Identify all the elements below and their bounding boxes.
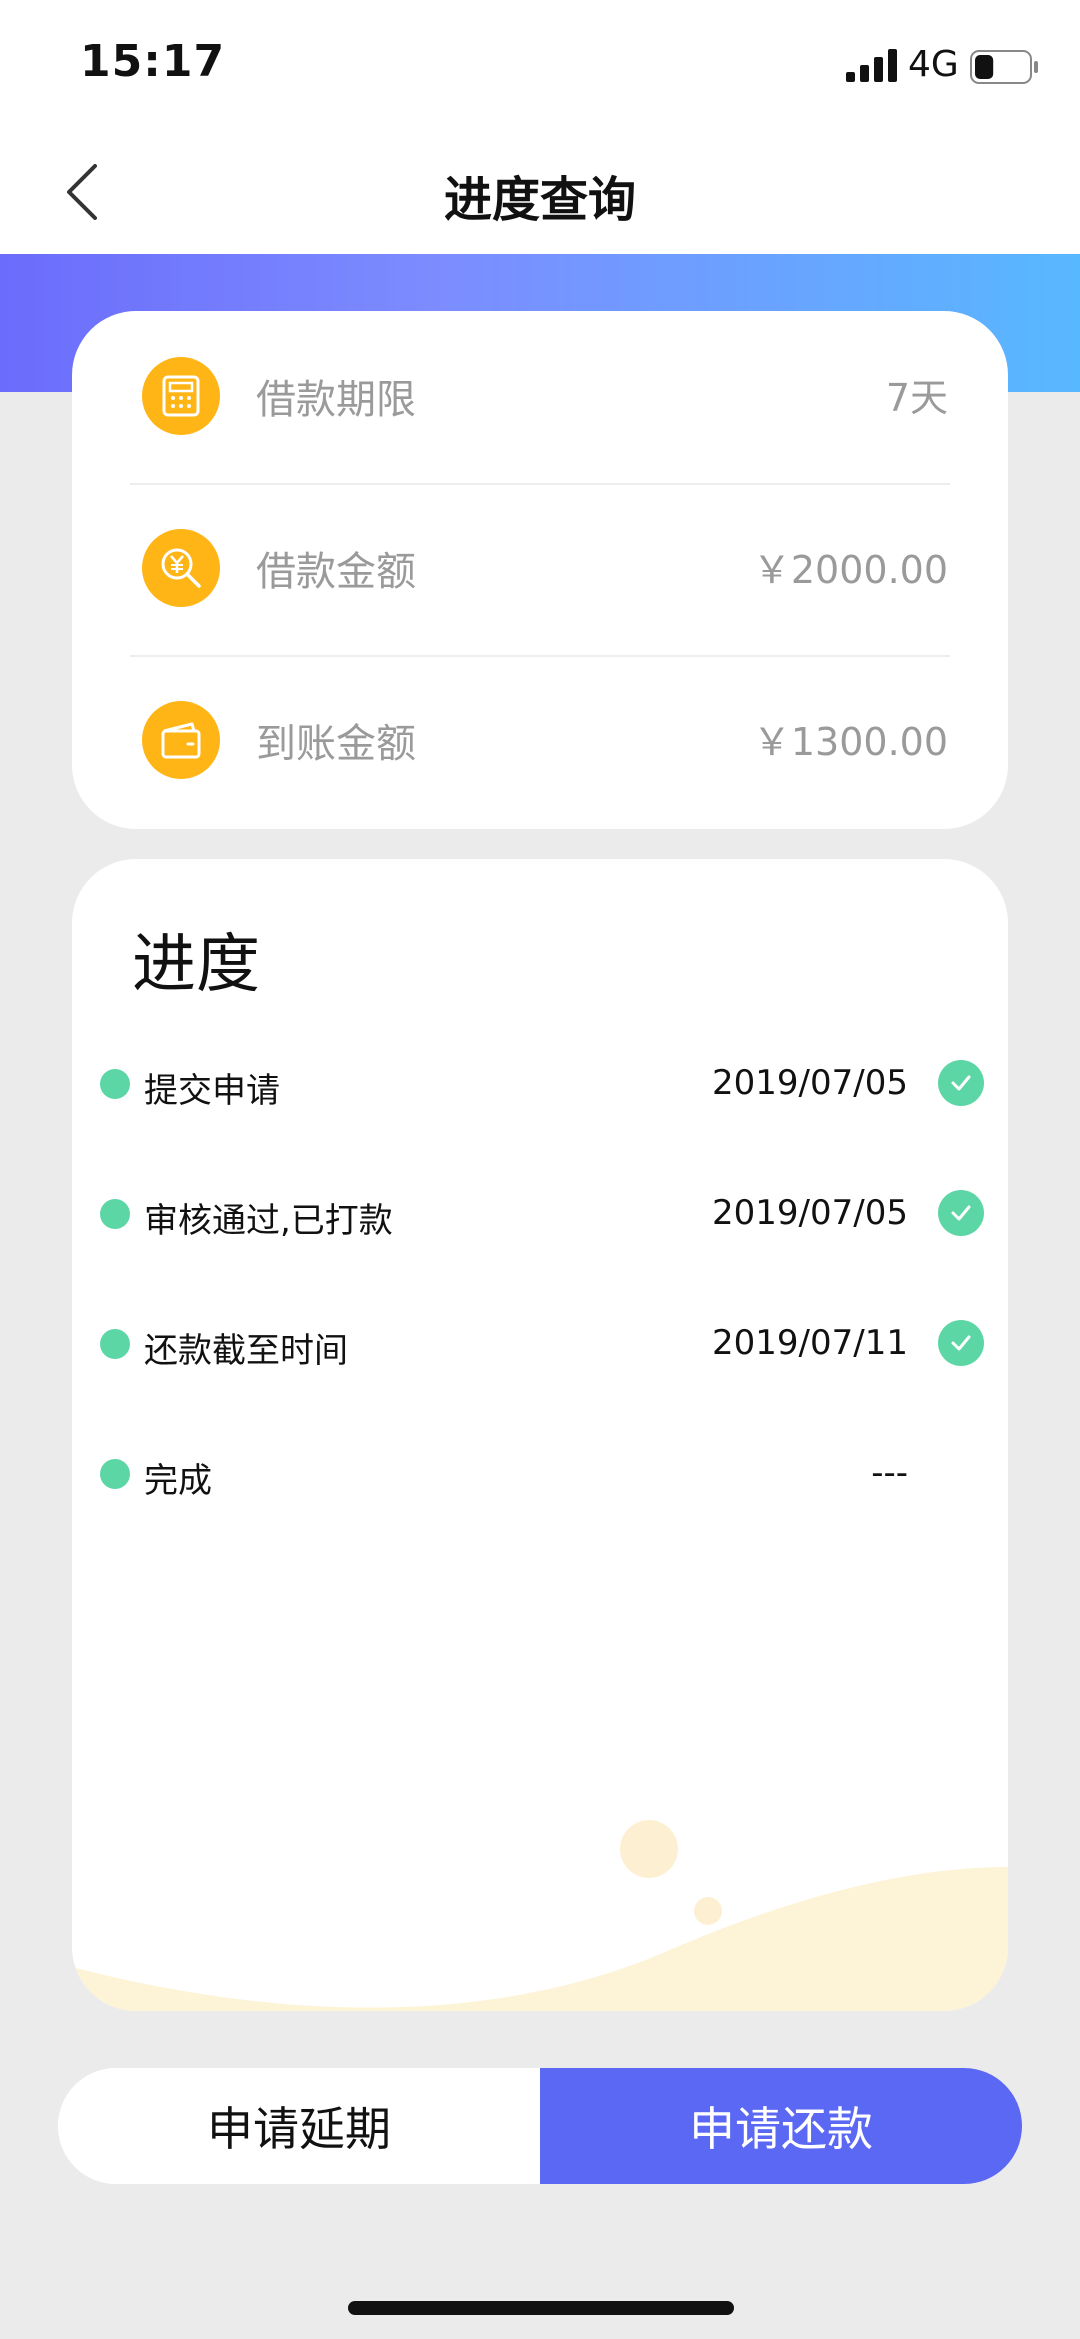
signal-icon bbox=[846, 49, 897, 82]
network-type: 4G bbox=[908, 44, 959, 85]
page-title: 进度查询 bbox=[443, 172, 636, 228]
info-row-amount: 借款金额 ￥2000.00 bbox=[72, 483, 1008, 655]
info-label-amount: 借款金额 bbox=[256, 549, 416, 595]
nav-bar: 进度查询 bbox=[0, 130, 1080, 254]
step-date: 2019/07/05 bbox=[712, 1193, 908, 1233]
info-value-amount: ￥2000.00 bbox=[752, 548, 948, 592]
apply-repayment-button[interactable]: 申请还款 bbox=[540, 2068, 1022, 2184]
wallet-icon bbox=[142, 701, 220, 779]
page: 15:17 4G 进度查询 借款期限 7天 借款金额 ￥2000.00 到账金额… bbox=[0, 0, 1080, 2339]
step-dot bbox=[100, 1459, 130, 1489]
status-time: 15:17 bbox=[80, 36, 226, 87]
step-dot bbox=[100, 1069, 130, 1099]
step-date: 2019/07/11 bbox=[712, 1323, 908, 1363]
step-dot bbox=[100, 1329, 130, 1359]
info-row-received: 到账金额 ￥1300.00 bbox=[72, 655, 1008, 827]
action-bar: 申请延期 申请还款 bbox=[58, 2068, 1022, 2184]
step-date: --- bbox=[871, 1453, 908, 1493]
calculator-icon bbox=[142, 357, 220, 435]
step-label: 还款截至时间 bbox=[144, 1331, 348, 1371]
check-icon bbox=[938, 1320, 984, 1366]
progress-step: 完成 --- bbox=[72, 1439, 1008, 1509]
step-dot bbox=[100, 1199, 130, 1229]
progress-card: 进度 提交申请 2019/07/05 审核通过,已打款 2019/07/05 还… bbox=[72, 859, 1008, 2011]
info-value-term: 7天 bbox=[885, 376, 948, 420]
yen-search-icon bbox=[142, 529, 220, 607]
step-label: 审核通过,已打款 bbox=[144, 1201, 393, 1241]
step-label: 完成 bbox=[144, 1461, 212, 1501]
decorative-wave bbox=[72, 1820, 1008, 2011]
info-value-received: ￥1300.00 bbox=[752, 720, 948, 764]
progress-step: 审核通过,已打款 2019/07/05 bbox=[72, 1179, 1008, 1249]
progress-step: 提交申请 2019/07/05 bbox=[72, 1049, 1008, 1119]
battery-icon bbox=[970, 50, 1038, 84]
check-icon bbox=[938, 1190, 984, 1236]
step-date: 2019/07/05 bbox=[712, 1063, 908, 1103]
info-label-term: 借款期限 bbox=[256, 377, 416, 423]
info-row-term: 借款期限 7天 bbox=[72, 311, 1008, 483]
home-indicator bbox=[348, 2301, 734, 2315]
battery-level bbox=[975, 55, 994, 79]
loan-info-card: 借款期限 7天 借款金额 ￥2000.00 到账金额 ￥1300.00 bbox=[72, 311, 1008, 829]
check-icon bbox=[938, 1060, 984, 1106]
info-label-received: 到账金额 bbox=[256, 721, 416, 767]
progress-title: 进度 bbox=[132, 928, 260, 1002]
apply-extension-button[interactable]: 申请延期 bbox=[58, 2068, 540, 2184]
progress-step: 还款截至时间 2019/07/11 bbox=[72, 1309, 1008, 1379]
status-bar: 15:17 4G bbox=[0, 0, 1080, 130]
step-label: 提交申请 bbox=[144, 1071, 280, 1111]
